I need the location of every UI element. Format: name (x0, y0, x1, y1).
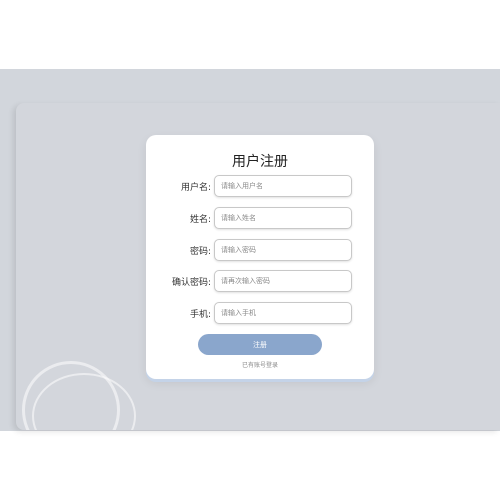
form-title: 用户注册 (232, 154, 288, 170)
name-input[interactable] (214, 207, 352, 229)
phone-label: 手机: (189, 310, 211, 320)
login-link[interactable]: 已有账号登录 (146, 360, 374, 369)
name-label: 姓名: (189, 215, 211, 225)
confirm-password-label: 确认密码: (171, 278, 211, 288)
phone-input[interactable] (214, 302, 352, 324)
confirm-password-input[interactable] (214, 270, 352, 292)
phone-row: 手机: (146, 302, 374, 326)
password-row: 密码: (146, 239, 374, 263)
username-label: 用户名: (180, 183, 211, 193)
register-button[interactable]: 注册 (198, 334, 322, 355)
password-label: 密码: (189, 247, 211, 257)
username-row: 用户名: (146, 175, 374, 199)
name-row: 姓名: (146, 207, 374, 231)
confirm-password-row: 确认密码: (146, 270, 374, 294)
register-card: 用户注册 用户名: 姓名: 密码: 确认密码: 手机: 注册 已有账号登录 (146, 135, 374, 379)
username-input[interactable] (214, 175, 352, 197)
password-input[interactable] (214, 239, 352, 261)
